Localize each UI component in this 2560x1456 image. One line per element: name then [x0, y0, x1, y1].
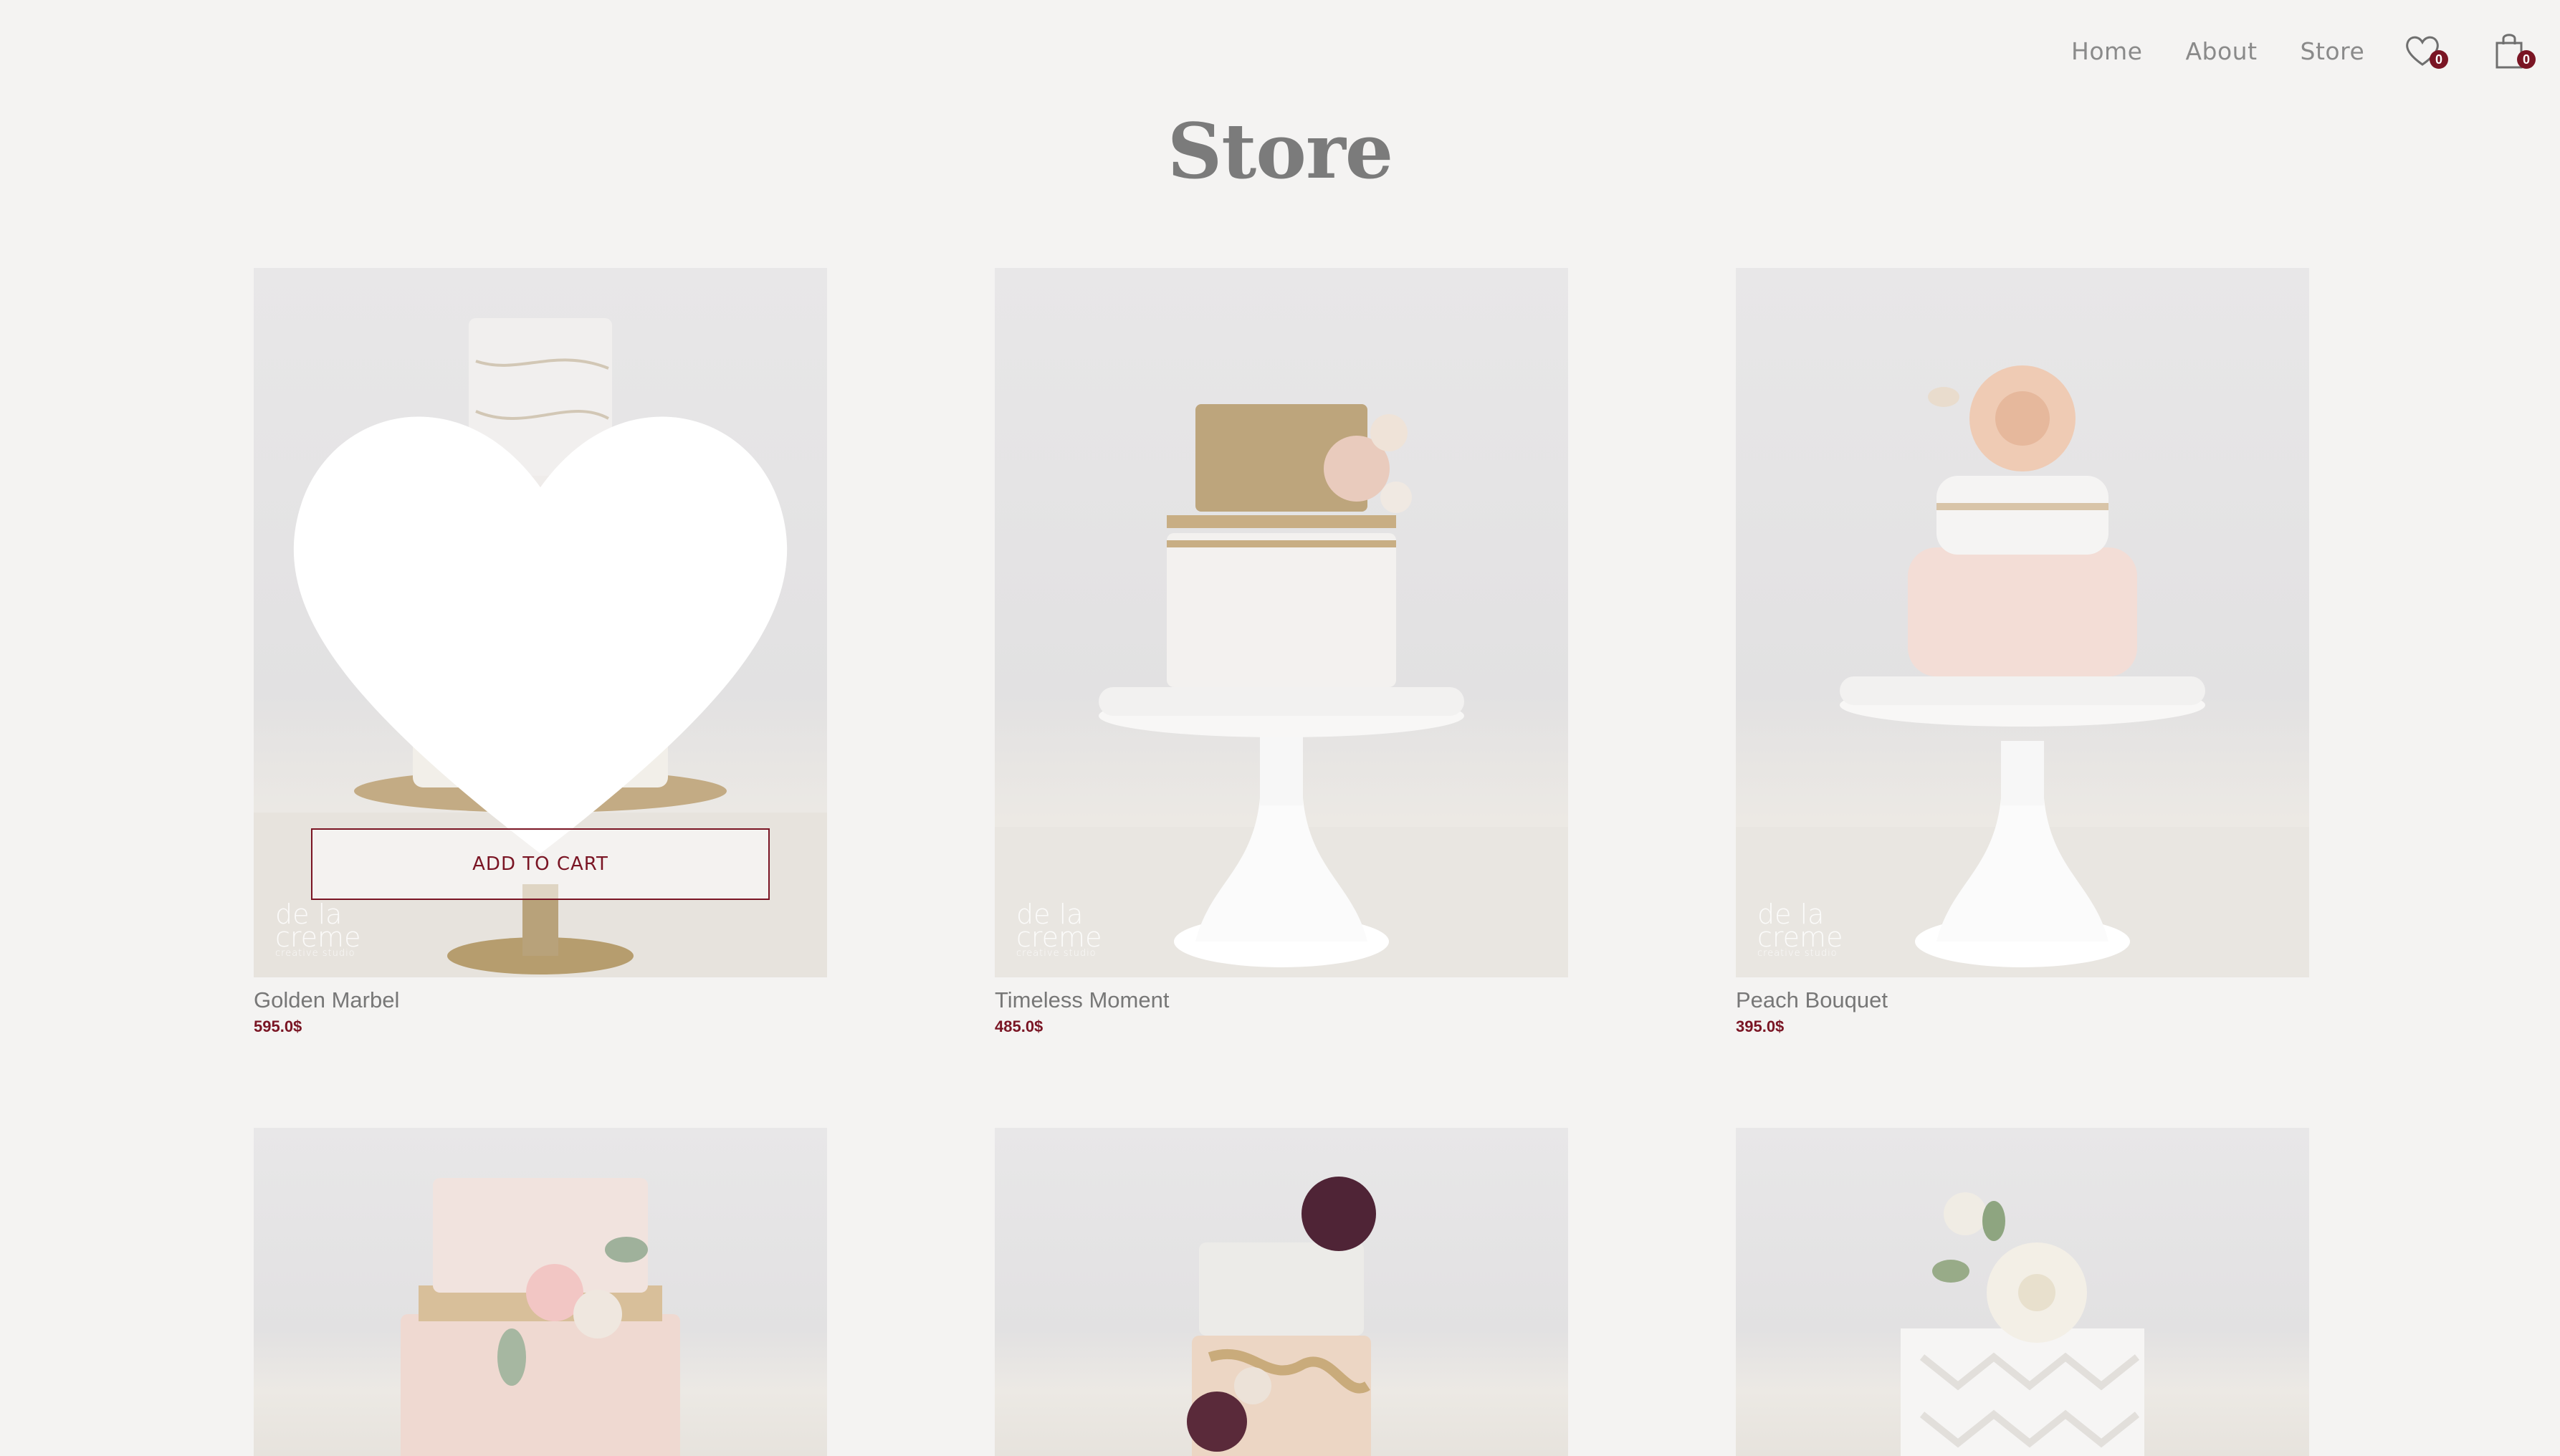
product-name[interactable]: Peach Bouquet: [1736, 987, 2309, 1013]
wishlist-count-badge: 0: [2430, 50, 2448, 69]
product-image[interactable]: de la creme creative studio: [995, 268, 1568, 977]
brand-watermark: de la creme creative studio: [1757, 899, 1843, 959]
product-price: 395.0$: [1736, 1017, 1785, 1035]
cake-image: [995, 404, 1568, 977]
product-image[interactable]: [254, 1128, 827, 1456]
cake-image: [1187, 1177, 1376, 1456]
page-title: Store: [1167, 106, 1394, 196]
product-card[interactable]: [995, 1128, 1568, 1456]
product-card[interactable]: ADD TO CART de la creme creative studio G…: [254, 268, 827, 1036]
product-image[interactable]: [995, 1128, 1568, 1456]
add-to-cart-button[interactable]: ADD TO CART: [311, 828, 770, 900]
main-nav: Home About Store: [2071, 37, 2364, 65]
cake-image: [1901, 1192, 2144, 1456]
product-name[interactable]: Golden Marbel: [254, 987, 827, 1013]
product-card[interactable]: de la creme creative studio Timeless Mome…: [995, 268, 1568, 1036]
nav-about-link[interactable]: About: [2185, 37, 2257, 65]
product-image[interactable]: ADD TO CART de la creme creative studio: [254, 268, 827, 977]
cart-count-badge: 0: [2517, 50, 2536, 69]
cake-image: [401, 1178, 680, 1456]
product-image[interactable]: de la creme creative studio: [1736, 268, 2309, 977]
wishlist-button[interactable]: 0: [2401, 29, 2448, 72]
product-price: 485.0$: [995, 1017, 1043, 1035]
product-image[interactable]: [1736, 1128, 2309, 1456]
product-card[interactable]: [1736, 1128, 2309, 1456]
brand-watermark: de la creme creative studio: [1016, 899, 1102, 959]
brand-watermark: de la creme creative studio: [275, 899, 361, 959]
cart-button[interactable]: 0: [2488, 29, 2536, 72]
product-card[interactable]: de la creme creative studio Peach Bouquet…: [1736, 268, 2309, 1036]
cake-image: [1736, 365, 2309, 977]
product-name[interactable]: Timeless Moment: [995, 987, 1568, 1013]
product-card[interactable]: [254, 1128, 827, 1456]
nav-store-link[interactable]: Store: [2301, 37, 2365, 65]
nav-home-link[interactable]: Home: [2071, 37, 2142, 65]
product-price: 595.0$: [254, 1017, 302, 1035]
